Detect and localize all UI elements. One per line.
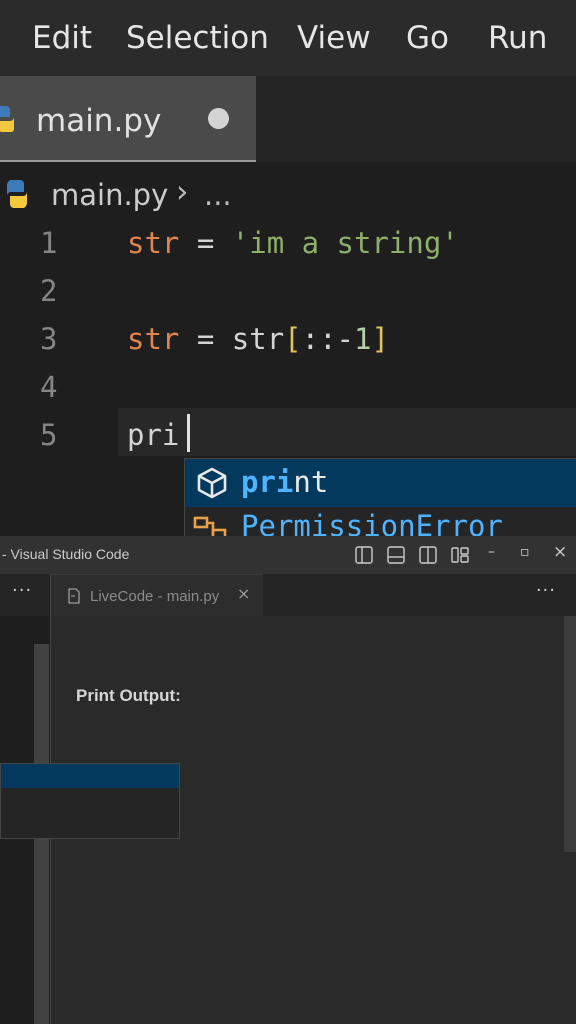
tab-label: main.py <box>36 103 162 139</box>
close-tab-icon[interactable]: × <box>237 584 250 603</box>
right-editor-group-header: LiveCode - main.py × ··· <box>51 574 576 617</box>
line-number: 3 <box>40 322 58 356</box>
number-token: 1 <box>354 322 372 356</box>
scrollbar[interactable] <box>564 616 576 852</box>
selected-suggestion[interactable] <box>1 764 179 788</box>
text-cursor <box>187 414 190 452</box>
suggestion-widget-small <box>0 763 180 839</box>
variable-token: str <box>127 322 180 356</box>
window-title: - Visual Studio Code <box>2 546 130 562</box>
python-file-icon <box>6 180 28 208</box>
window-title-bar: - Visual Studio Code – ▫ × <box>0 536 576 574</box>
code-line-3: str = str[::-1] <box>127 322 389 356</box>
chevron-right-icon: › <box>176 174 189 210</box>
python-file-icon <box>0 106 15 132</box>
restore-button[interactable]: ▫ <box>520 544 530 560</box>
output-heading: Print Output: <box>76 686 181 705</box>
customize-layout-icon[interactable] <box>450 545 470 565</box>
code-line-1: str = 'im a string' <box>127 226 459 260</box>
tab-label: LiveCode - main.py <box>90 588 220 605</box>
operator-token: = <box>179 322 232 356</box>
suggestion-match: pri <box>241 465 294 499</box>
suggestion-item-permissionerror[interactable]: PermissionError <box>241 509 503 536</box>
menu-edit[interactable]: Edit <box>32 20 92 56</box>
tab-livecode[interactable]: LiveCode - main.py × <box>51 574 263 617</box>
more-actions-icon[interactable]: ··· <box>12 580 32 601</box>
line-number: 5 <box>40 418 58 452</box>
menu-run[interactable]: Run <box>488 20 547 56</box>
slice-token: ::- <box>301 322 355 356</box>
line-number: 1 <box>40 226 58 260</box>
suggestion-item-print[interactable]: print <box>185 459 576 507</box>
editor-tab-bar: main.py <box>0 76 576 163</box>
menu-bar: Edit Selection View Go Run <box>0 0 576 76</box>
breadcrumb-file[interactable]: main.py <box>51 178 168 212</box>
more-actions-icon[interactable]: ··· <box>536 580 556 601</box>
bracket-token: ] <box>371 322 389 356</box>
menu-view[interactable]: View <box>297 20 371 56</box>
variable-token: str <box>127 226 180 260</box>
toggle-secondary-sidebar-icon[interactable] <box>418 545 438 565</box>
code-line-5: pri <box>127 418 179 452</box>
operator-token: = <box>179 226 232 260</box>
toggle-panel-icon[interactable] <box>386 545 406 565</box>
unsaved-dot-icon[interactable] <box>208 108 229 129</box>
bracket-token: [ <box>284 322 302 356</box>
string-token: 'im a string' <box>231 226 459 260</box>
code-editor[interactable]: main.py › ... 1 2 3 4 5 str = 'im a stri… <box>0 162 576 536</box>
toggle-primary-sidebar-icon[interactable] <box>354 545 374 565</box>
method-cube-icon <box>197 467 227 499</box>
breadcrumb-more[interactable]: ... <box>204 178 232 212</box>
menu-go[interactable]: Go <box>406 20 449 56</box>
line-number: 4 <box>40 370 58 404</box>
left-editor-group-header: ··· <box>0 574 50 616</box>
suggestion-widget: print PermissionError <box>184 458 576 536</box>
typed-token: pri <box>127 418 180 452</box>
class-icon <box>193 516 227 536</box>
minimize-button[interactable]: – <box>488 544 495 560</box>
suggestion-rest: nt <box>293 465 329 499</box>
preview-file-icon <box>68 588 80 604</box>
menu-selection[interactable]: Selection <box>126 20 269 56</box>
suggestion-label: print <box>241 465 328 499</box>
expression-token: str <box>231 322 285 356</box>
line-number: 2 <box>40 274 58 308</box>
close-window-button[interactable]: × <box>553 542 567 562</box>
